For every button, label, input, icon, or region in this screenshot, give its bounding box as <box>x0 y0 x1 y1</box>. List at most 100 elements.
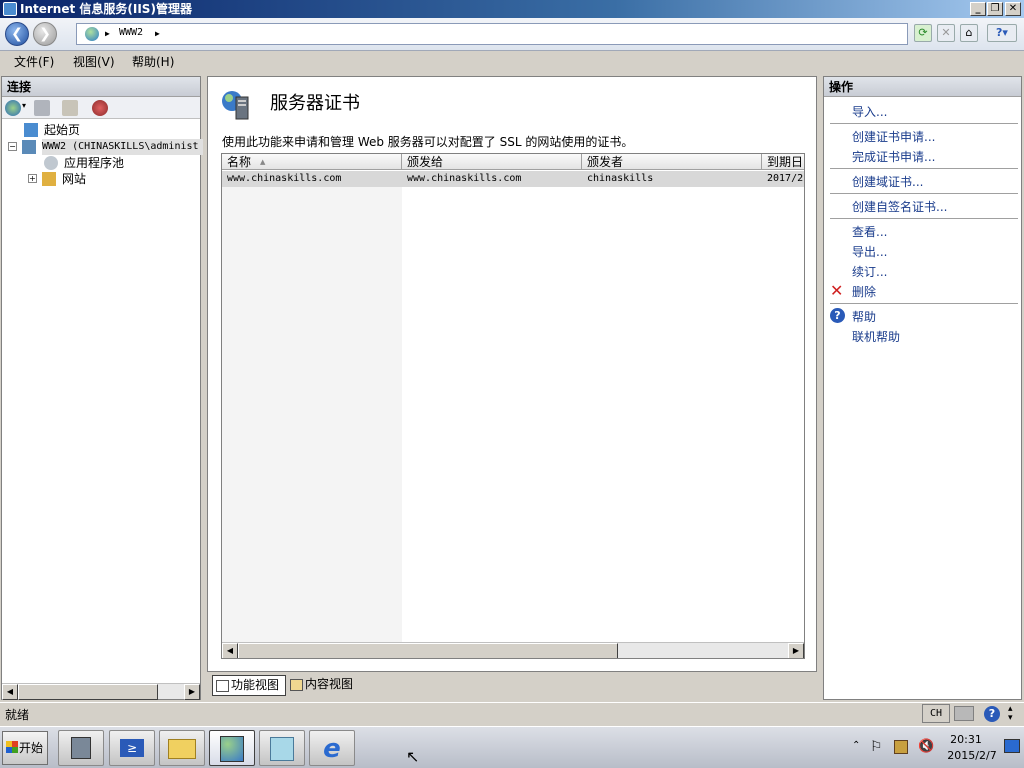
tab-content-view[interactable]: 内容视图 <box>287 675 361 696</box>
help-dropdown-icon[interactable]: ?▾ <box>987 24 1017 42</box>
action-online-help[interactable]: 联机帮助 <box>852 329 900 345</box>
action-complete-certificate-request[interactable]: 完成证书申请... <box>852 149 935 165</box>
restore-button[interactable]: ❐ <box>987 2 1003 16</box>
tree-item-label: 网站 <box>62 172 87 186</box>
content-view-icon <box>290 679 303 691</box>
disconnect-icon[interactable] <box>92 100 108 116</box>
iis-app-icon <box>3 2 17 16</box>
language-indicator[interactable]: CH <box>922 704 950 723</box>
connections-title: 连接 <box>2 77 200 97</box>
clock-time[interactable]: 20:31 <box>946 733 986 746</box>
back-button[interactable]: ❮ <box>5 22 29 46</box>
stop-icon[interactable]: ✕ <box>937 24 955 42</box>
column-header-expiration[interactable]: 到期日 <box>762 154 804 170</box>
tab-features-view[interactable]: 功能视图 <box>212 675 286 696</box>
taskbar-notepad[interactable] <box>259 730 305 766</box>
server-certificates-pane: 服务器证书 使用此功能来申请和管理 Web 服务器可以对配置了 SSL 的网站使… <box>207 76 817 672</box>
scroll-thumb[interactable] <box>238 643 618 658</box>
taskbar-internet-explorer[interactable]: e <box>309 730 355 766</box>
connections-toolbar: ▾ <box>2 97 200 119</box>
title-bar[interactable]: Internet 信息服务(IIS)管理器 _ ❐ ✕ <box>0 0 1024 18</box>
menu-view[interactable]: 视图(V) <box>73 52 115 73</box>
show-hidden-icons-icon[interactable]: ⌃ <box>852 740 860 751</box>
actions-panel: 操作 导入... 创建证书申请... 完成证书申请... 创建域证书... 创建… <box>823 76 1022 700</box>
divider <box>830 218 1018 219</box>
divider <box>830 123 1018 124</box>
certificates-table: 名称 ▲ 颁发给 颁发者 到期日 www.chinaskills.com www.… <box>221 153 805 659</box>
taskbar-server-manager[interactable] <box>58 730 104 766</box>
navigation-bar: ❮ ❯ ▶ WWW2 ▶ ⟳ ✕ ⌂ ?▾ <box>0 18 1024 51</box>
folder-icon <box>168 739 196 759</box>
internet-explorer-icon: e <box>323 734 341 764</box>
keyboard-icon[interactable] <box>954 706 974 721</box>
scroll-right-icon[interactable]: ▶ <box>184 684 200 700</box>
action-center-flag-icon[interactable]: ⚐ <box>870 739 883 755</box>
breadcrumb-arrow-icon[interactable]: ▶ <box>105 29 110 38</box>
windows-logo-icon <box>6 741 18 753</box>
powershell-icon: ≥ <box>120 739 144 757</box>
system-tray: ⌃ ⚐ 🔇 20:31 2015/2/7 <box>846 731 1022 765</box>
breadcrumb-www2[interactable]: WWW2 <box>119 27 143 38</box>
mouse-cursor-icon: ↖ <box>406 747 420 766</box>
server-manager-icon <box>71 737 91 759</box>
start-button[interactable]: 开始 <box>2 731 48 765</box>
action-export[interactable]: 导出... <box>852 244 887 260</box>
volume-muted-icon[interactable]: 🔇 <box>918 739 934 754</box>
page-description: 使用此功能来申请和管理 Web 服务器可以对配置了 SSL 的网站使用的证书。 <box>222 135 634 149</box>
scroll-thumb[interactable] <box>18 684 158 700</box>
taskbar-explorer[interactable] <box>159 730 205 766</box>
forward-button[interactable]: ❯ <box>33 22 57 46</box>
cell-name: www.chinaskills.com <box>227 173 342 184</box>
menu-bar: 文件(F) 视图(V) 帮助(H) <box>0 52 1024 73</box>
page-title: 服务器证书 <box>270 93 360 114</box>
scroll-left-icon[interactable]: ◀ <box>2 684 18 700</box>
up-folder-icon[interactable] <box>62 100 78 116</box>
language-help-icon[interactable]: ? <box>984 706 1000 722</box>
action-renew[interactable]: 续订... <box>852 264 887 280</box>
menu-help[interactable]: 帮助(H) <box>132 52 174 73</box>
table-horizontal-scrollbar[interactable]: ◀ ▶ <box>222 642 804 658</box>
show-desktop-icon[interactable] <box>1004 739 1020 753</box>
features-view-icon <box>216 680 229 692</box>
divider <box>830 303 1018 304</box>
start-page-icon <box>24 123 38 137</box>
action-create-certificate-request[interactable]: 创建证书申请... <box>852 129 935 145</box>
cell-expiration: 2017/2 <box>767 173 804 184</box>
column-header-name[interactable]: 名称 ▲ <box>222 154 402 170</box>
minimize-button[interactable]: _ <box>970 2 986 16</box>
action-create-domain-certificate[interactable]: 创建域证书... <box>852 174 923 190</box>
home-icon[interactable]: ⌂ <box>960 24 978 42</box>
menu-file[interactable]: 文件(F) <box>14 52 54 73</box>
collapse-icon[interactable]: − <box>8 142 17 151</box>
action-import[interactable]: 导入... <box>852 104 887 120</box>
action-help[interactable]: 帮助 <box>852 309 876 325</box>
expand-icon[interactable]: + <box>28 174 37 183</box>
options-icon[interactable]: ▴ ▾ <box>1008 705 1013 723</box>
connect-icon[interactable] <box>5 100 21 116</box>
action-create-self-signed-certificate[interactable]: 创建自签名证书... <box>852 199 947 215</box>
taskbar-iis-manager[interactable] <box>209 730 255 766</box>
column-header-issued-to[interactable]: 颁发给 <box>402 154 582 170</box>
notepad-icon <box>270 737 294 761</box>
refresh-icon[interactable]: ⟳ <box>914 24 932 42</box>
scroll-right-icon[interactable]: ▶ <box>788 643 804 658</box>
save-icon[interactable] <box>34 100 50 116</box>
delete-icon[interactable]: ✕ <box>830 283 843 299</box>
connections-horizontal-scrollbar[interactable]: ◀ ▶ <box>2 683 200 700</box>
network-icon[interactable] <box>894 740 908 754</box>
action-view[interactable]: 查看... <box>852 224 887 240</box>
clock-date[interactable]: 2015/2/7 <box>944 749 1000 762</box>
tree-item-server[interactable]: − WWW2 (CHINASKILLS\administ <box>8 139 203 155</box>
address-bar[interactable]: ▶ WWW2 ▶ <box>76 23 908 45</box>
close-button[interactable]: ✕ <box>1005 2 1021 16</box>
breadcrumb-arrow-icon[interactable]: ▶ <box>155 29 160 38</box>
taskbar-powershell[interactable]: ≥ <box>109 730 155 766</box>
action-delete[interactable]: 删除 <box>852 284 876 300</box>
chevron-down-icon[interactable]: ▾ <box>22 101 26 110</box>
status-bar: 就绪 CH ? ▴ ▾ <box>0 702 1024 724</box>
column-header-issued-by[interactable]: 颁发者 <box>582 154 762 170</box>
iis-manager-icon <box>220 736 244 762</box>
scroll-left-icon[interactable]: ◀ <box>222 643 238 658</box>
connections-panel: 连接 ▾ 起始页 − WWW2 (CHINASKILLS\administ 应用… <box>1 76 203 700</box>
help-icon[interactable]: ? <box>830 308 845 323</box>
